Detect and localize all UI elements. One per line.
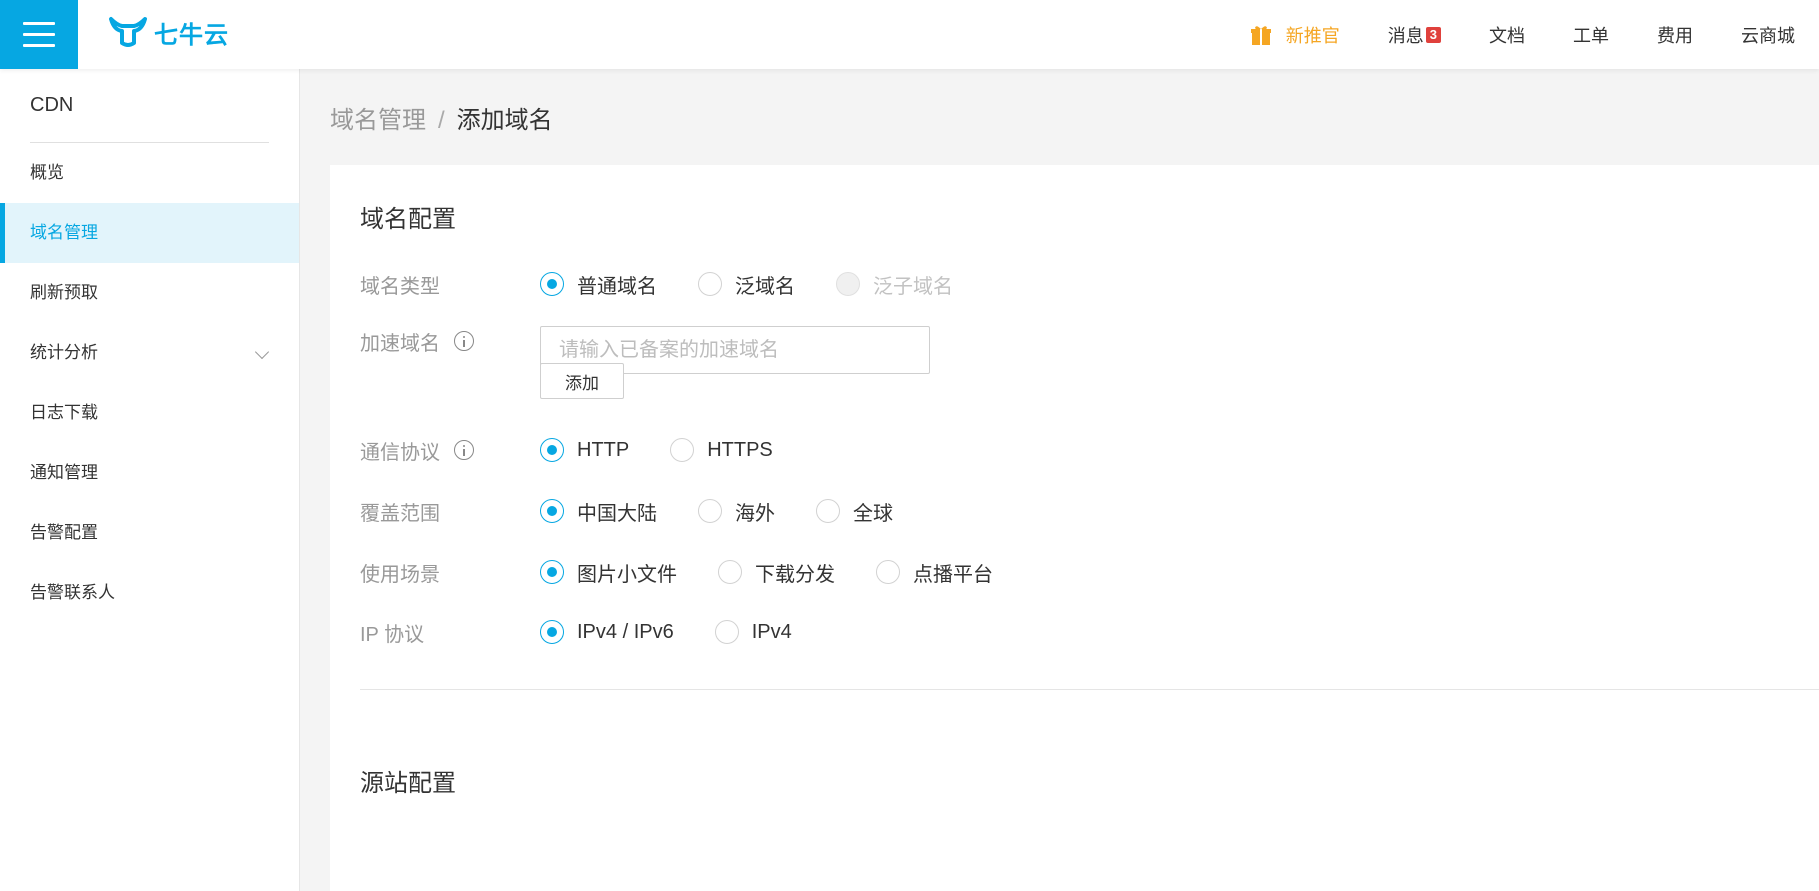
add-domain-button[interactable]: 添加 — [540, 363, 624, 399]
radio-checked — [540, 620, 564, 644]
radio-checked — [540, 272, 564, 296]
top-nav: 新推官 消息 3 文档 工单 费用 云商城 — [1250, 0, 1795, 69]
ip-protocol-option-ipv4[interactable]: IPv4 — [714, 620, 792, 644]
main-panel: 域名配置 域名类型 普通域名 泛域名 泛子域名 加速域名 添加 通信协议 HTT… — [330, 165, 1819, 891]
section-title-domain-config: 域名配置 — [360, 206, 456, 233]
messages-label: 消息 — [1387, 25, 1424, 46]
messages-count-badge: 3 — [1425, 26, 1441, 43]
sidebar-item-statistics[interactable]: 统计分析 — [0, 323, 299, 383]
sidebar-title: CDN — [30, 94, 74, 116]
option-label: 图片小文件 — [577, 563, 677, 586]
coverage-options: 中国大陆 海外 全球 — [540, 497, 893, 526]
sidebar: CDN 概览 域名管理 刷新预取 统计分析 日志下载 通知管理 告警配置 告警联… — [0, 69, 300, 891]
protocol-label: 通信协议 — [360, 436, 510, 465]
sidebar-item-alert-config[interactable]: 告警配置 — [0, 503, 299, 563]
promo-link[interactable]: 新推官 — [1250, 22, 1340, 48]
hamburger-icon — [23, 22, 55, 25]
scenario-option-small-files[interactable]: 图片小文件 — [540, 558, 677, 587]
logo-text: 七牛云 — [154, 21, 229, 49]
menu-toggle-button[interactable] — [0, 0, 78, 69]
ip-protocol-option-dual[interactable]: IPv4 / IPv6 — [540, 620, 674, 644]
radio — [670, 438, 695, 462]
scenario-option-vod[interactable]: 点播平台 — [876, 558, 993, 587]
section-divider — [360, 689, 1819, 690]
logo[interactable]: 七牛云 — [108, 12, 229, 52]
radio — [698, 272, 722, 296]
sidebar-item-log-download[interactable]: 日志下载 — [0, 383, 299, 443]
option-label: 中国大陆 — [577, 502, 657, 525]
breadcrumb-current: 添加域名 — [456, 107, 553, 134]
ip-protocol-label: IP 协议 — [360, 623, 425, 646]
radio — [698, 499, 722, 523]
radio-disabled — [836, 272, 860, 296]
sidebar-item-domain-management[interactable]: 域名管理 — [0, 203, 299, 263]
coverage-option-global[interactable]: 全球 — [816, 497, 893, 526]
option-label: IPv4 — [751, 620, 792, 643]
radio — [718, 560, 742, 584]
scenario-options: 图片小文件 下载分发 点播平台 — [540, 558, 993, 587]
ip-protocol-row: IP 协议 IPv4 / IPv6 IPv4 — [360, 612, 1360, 652]
scenario-row: 使用场景 图片小文件 下载分发 点播平台 — [360, 552, 1360, 592]
domain-type-row: 域名类型 普通域名 泛域名 泛子域名 — [360, 264, 1360, 304]
coverage-label: 覆盖范围 — [360, 502, 440, 525]
domain-type-option-wildcard-sub: 泛子域名 — [836, 270, 953, 299]
docs-link[interactable]: 文档 — [1489, 22, 1525, 48]
option-label: 下载分发 — [755, 563, 835, 586]
breadcrumb-separator: / — [438, 107, 445, 134]
accel-domain-label: 加速域名 — [360, 326, 510, 356]
radio — [714, 620, 739, 644]
option-label: 泛域名 — [735, 275, 795, 298]
option-label: IPv4 / IPv6 — [577, 620, 674, 643]
coverage-option-mainland[interactable]: 中国大陆 — [540, 497, 657, 526]
chevron-down-icon — [254, 344, 270, 360]
coverage-option-overseas[interactable]: 海外 — [698, 497, 775, 526]
radio — [876, 560, 900, 584]
scenario-option-download[interactable]: 下载分发 — [718, 558, 835, 587]
mall-link[interactable]: 云商城 — [1741, 22, 1795, 48]
option-label: HTTPS — [707, 438, 773, 461]
accel-domain-label-text: 加速域名 — [360, 332, 440, 355]
sidebar-item-refresh-prefetch[interactable]: 刷新预取 — [0, 263, 299, 323]
domain-type-label: 域名类型 — [360, 275, 440, 298]
top-bar: 七牛云 新推官 消息 3 文档 工单 费用 云商城 — [0, 0, 1819, 69]
option-label: 点播平台 — [913, 563, 993, 586]
messages-link[interactable]: 消息 3 — [1388, 22, 1441, 48]
option-label: 泛子域名 — [873, 275, 953, 298]
sidebar-item-overview[interactable]: 概览 — [0, 143, 299, 203]
scenario-label: 使用场景 — [360, 563, 440, 586]
protocol-options: HTTP HTTPS — [540, 438, 773, 462]
sidebar-item-notifications[interactable]: 通知管理 — [0, 443, 299, 503]
option-label: 全球 — [853, 502, 893, 525]
radio-checked — [540, 438, 564, 462]
info-icon[interactable] — [454, 440, 474, 460]
billing-link[interactable]: 费用 — [1657, 22, 1693, 48]
domain-type-option-wildcard[interactable]: 泛域名 — [698, 270, 795, 299]
coverage-row: 覆盖范围 中国大陆 海外 全球 — [360, 491, 1360, 531]
radio-checked — [540, 560, 564, 584]
sidebar-item-label: 统计分析 — [30, 343, 98, 362]
section-title-origin-config: 源站配置 — [360, 770, 456, 797]
gift-icon — [1250, 25, 1271, 45]
qiniu-bull-logo — [109, 17, 147, 47]
tickets-link[interactable]: 工单 — [1573, 22, 1609, 48]
radio — [816, 499, 840, 523]
ip-protocol-options: IPv4 / IPv6 IPv4 — [540, 620, 792, 644]
breadcrumb-parent[interactable]: 域名管理 — [330, 107, 426, 134]
sidebar-item-alert-contacts[interactable]: 告警联系人 — [0, 563, 299, 623]
option-label: 普通域名 — [577, 275, 657, 298]
protocol-option-http[interactable]: HTTP — [540, 438, 629, 462]
domain-type-option-normal[interactable]: 普通域名 — [540, 270, 657, 299]
promo-label: 新推官 — [1285, 25, 1340, 46]
breadcrumb: 域名管理 / 添加域名 — [330, 100, 553, 135]
option-label: HTTP — [577, 438, 630, 461]
domain-type-options: 普通域名 泛域名 泛子域名 — [540, 270, 953, 299]
protocol-row: 通信协议 HTTP HTTPS — [360, 430, 1360, 470]
radio-checked — [540, 499, 564, 523]
info-icon[interactable] — [454, 331, 474, 351]
protocol-label-text: 通信协议 — [360, 441, 440, 464]
protocol-option-https[interactable]: HTTPS — [670, 438, 773, 462]
option-label: 海外 — [735, 502, 775, 525]
accel-domain-row: 加速域名 — [360, 326, 1360, 374]
